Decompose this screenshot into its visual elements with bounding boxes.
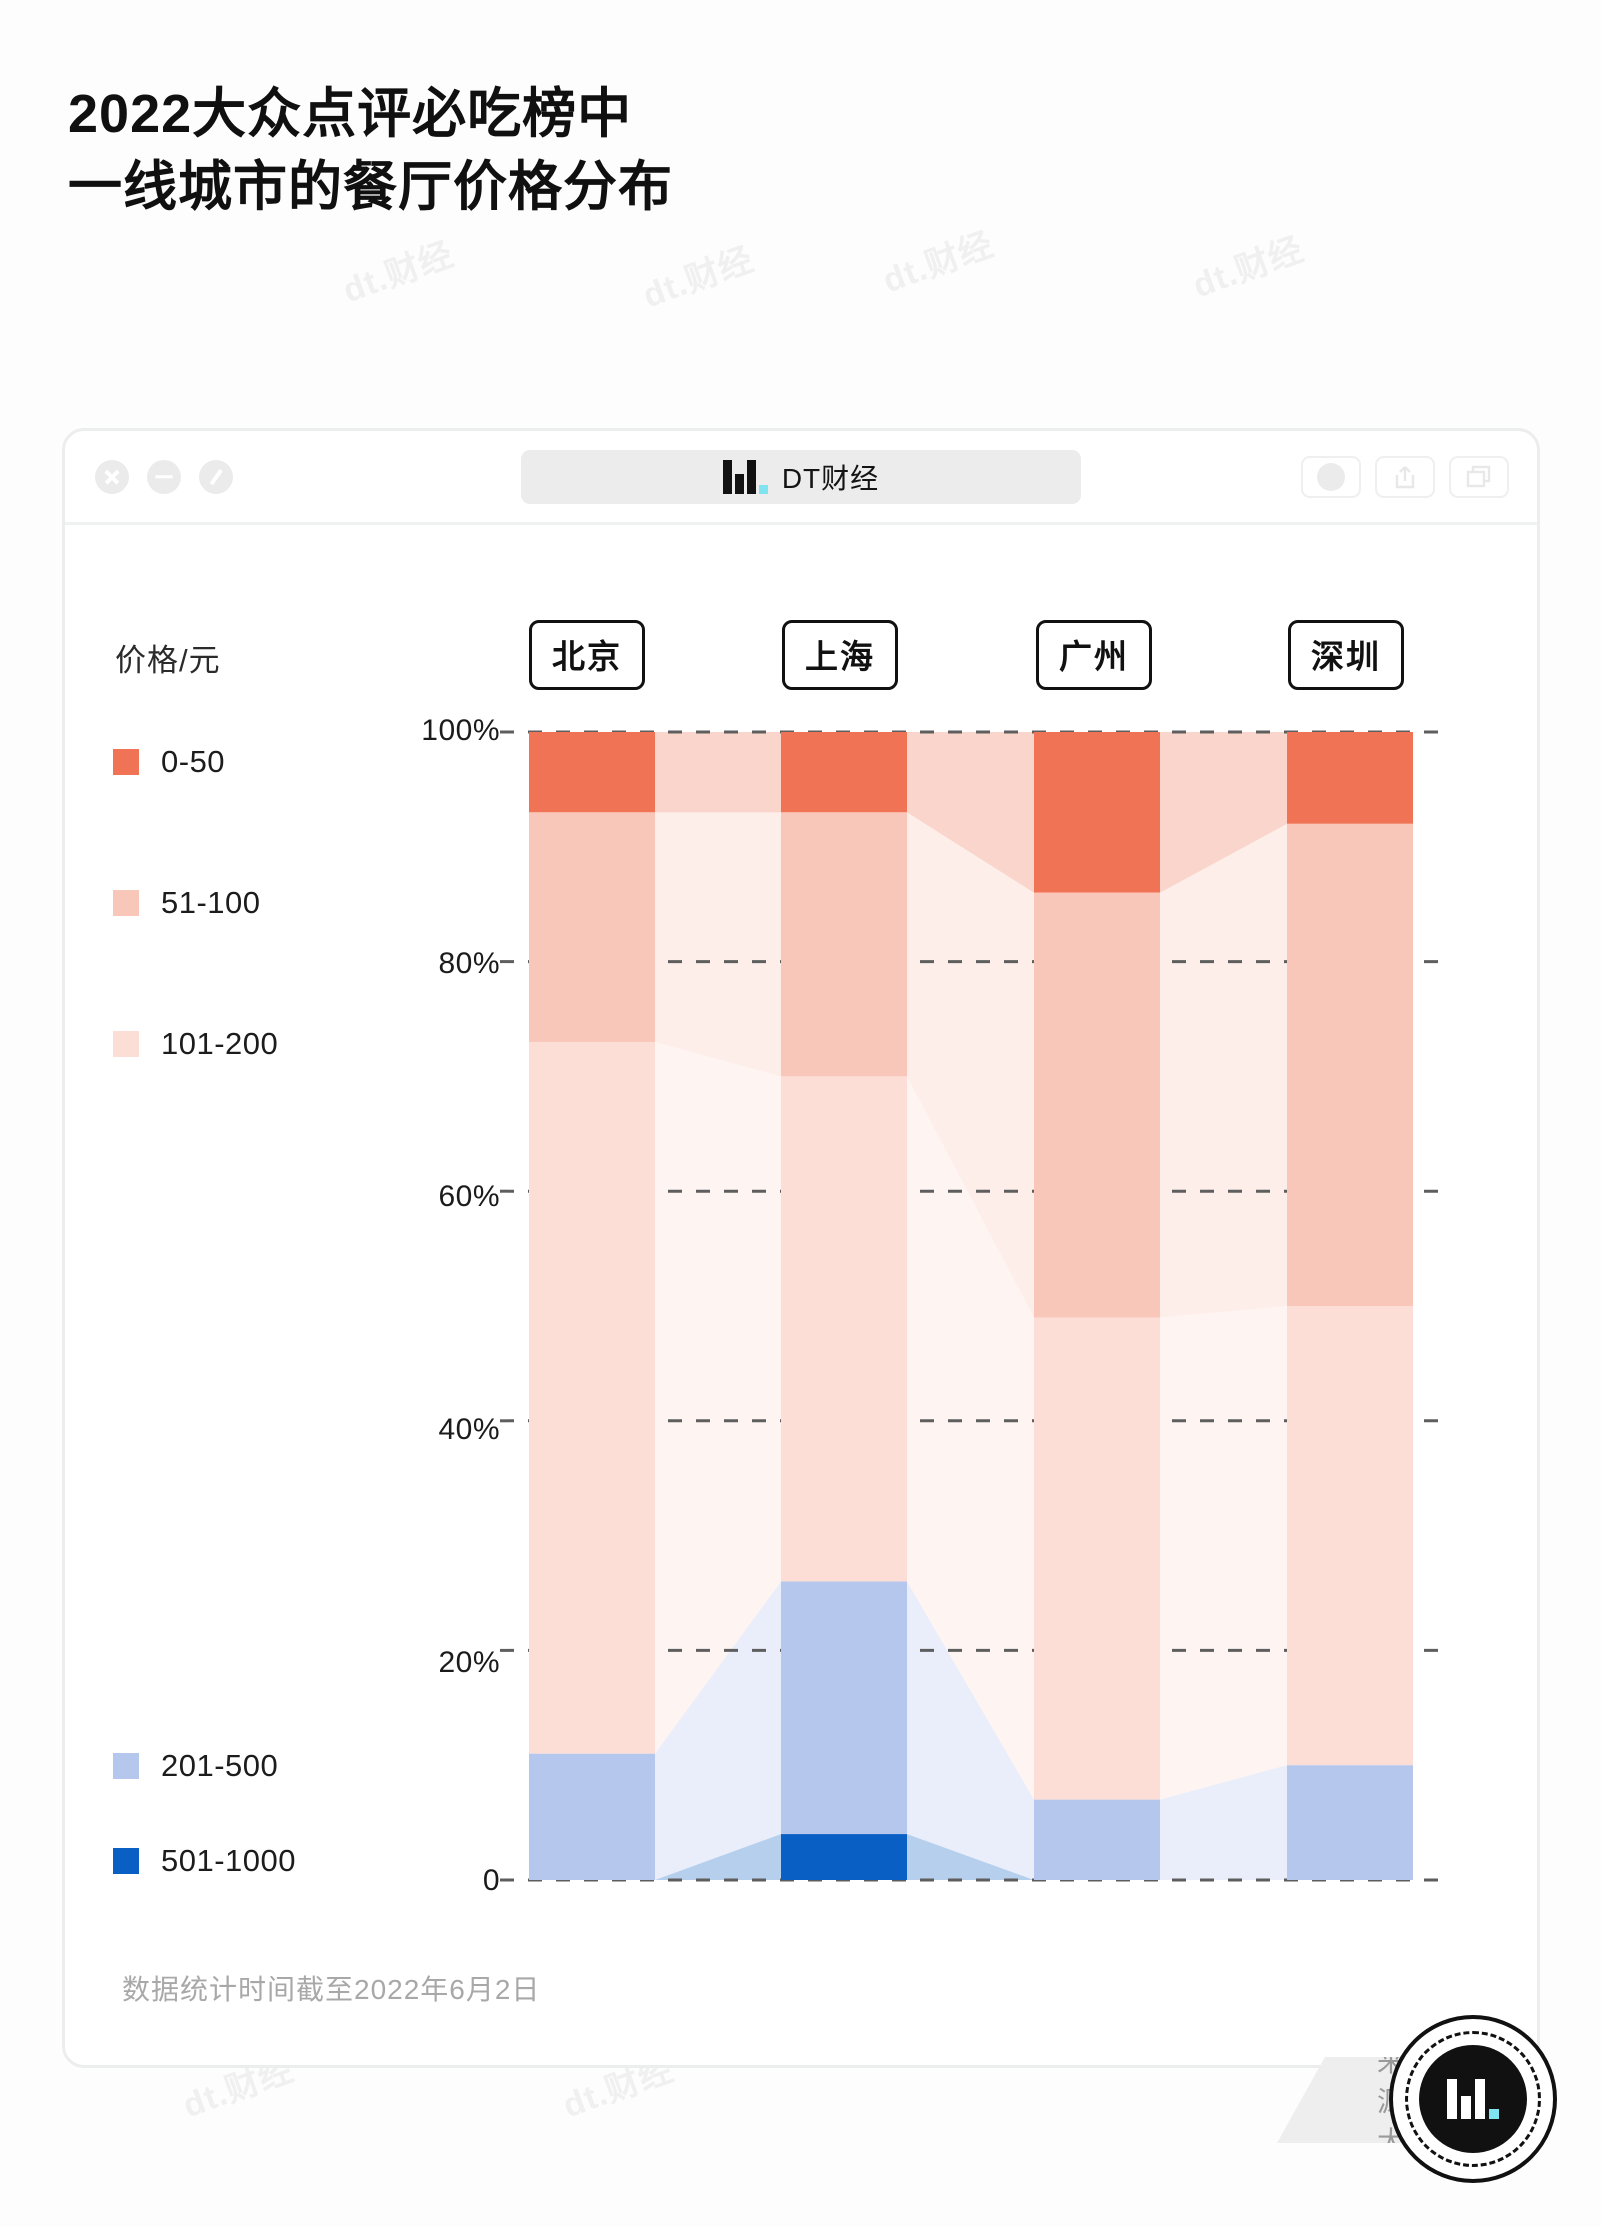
ytick-100: 100% (421, 714, 500, 747)
city-label-shenzhen: 深圳 (1288, 620, 1404, 690)
page-title-line2: 一线城市的餐厅价格分布 (68, 156, 673, 217)
watermark: dt.财经 (1188, 230, 1309, 306)
maximize-icon[interactable] (199, 459, 233, 494)
address-bar[interactable]: DT财经 (521, 449, 1081, 504)
record-icon (1317, 462, 1345, 491)
dt-badge (1389, 2015, 1557, 2183)
legend-item-501-1000[interactable]: 501-1000 (113, 1843, 296, 1879)
page-title: 2022大众点评必吃榜中 一线城市的餐厅价格分布 (68, 78, 673, 224)
legend-label: 101-200 (161, 1026, 279, 1061)
legend-label: 51-100 (161, 885, 261, 920)
legend-item-201-500[interactable]: 201-500 (113, 1748, 278, 1784)
minimize-icon[interactable] (147, 459, 181, 494)
tabs-button[interactable] (1449, 455, 1509, 498)
window-controls (95, 459, 233, 494)
ytick-80: 80% (438, 947, 500, 980)
record-button[interactable] (1301, 455, 1361, 498)
legend-swatch-icon (113, 1753, 139, 1779)
legend-title: 价格/元 (115, 643, 221, 678)
address-bar-title: DT财经 (781, 462, 880, 494)
dt-badge-logo-icon (1447, 2079, 1499, 2119)
legend-label: 501-1000 (161, 1843, 297, 1878)
ytick-60: 60% (438, 1180, 500, 1213)
legend-swatch-icon (113, 890, 139, 916)
share-button[interactable] (1375, 455, 1435, 498)
toolbar-buttons (1301, 455, 1509, 498)
watermark: dt.财经 (878, 225, 999, 301)
dt-logo-icon (722, 459, 768, 494)
share-icon (1395, 465, 1415, 488)
ytick-40: 40% (438, 1413, 500, 1446)
ytick-0: 0 (482, 1864, 500, 1897)
legend-swatch-icon (113, 749, 139, 775)
legend-item-0-50[interactable]: 0-50 (113, 744, 225, 780)
infographic-page: dt.财经 dt.财经 dt.财经 dt.财经 dt.财经 dt.财经 dt.财… (0, 0, 1601, 2227)
footnote: 数据统计时间截至2022年6月2日 (122, 1974, 541, 2005)
watermark: dt.财经 (338, 235, 459, 311)
ytick-20: 20% (438, 1646, 500, 1679)
browser-titlebar: DT财经 (65, 431, 1537, 525)
legend-swatch-icon (113, 1848, 139, 1874)
legend-label: 0-50 (161, 744, 226, 779)
city-label-guangzhou: 广州 (1036, 620, 1152, 690)
legend-label: 201-500 (161, 1748, 279, 1783)
close-icon[interactable] (95, 459, 129, 494)
legend-swatch-icon (113, 1031, 139, 1057)
legend-item-101-200[interactable]: 101-200 (113, 1026, 278, 1062)
page-title-line1: 2022大众点评必吃榜中 (68, 84, 633, 144)
city-label-beijing: 北京 (529, 620, 645, 690)
watermark: dt.财经 (638, 240, 759, 316)
legend-item-51-100[interactable]: 51-100 (113, 885, 261, 921)
tabs-icon (1466, 465, 1491, 487)
city-label-shanghai: 上海 (782, 620, 898, 690)
